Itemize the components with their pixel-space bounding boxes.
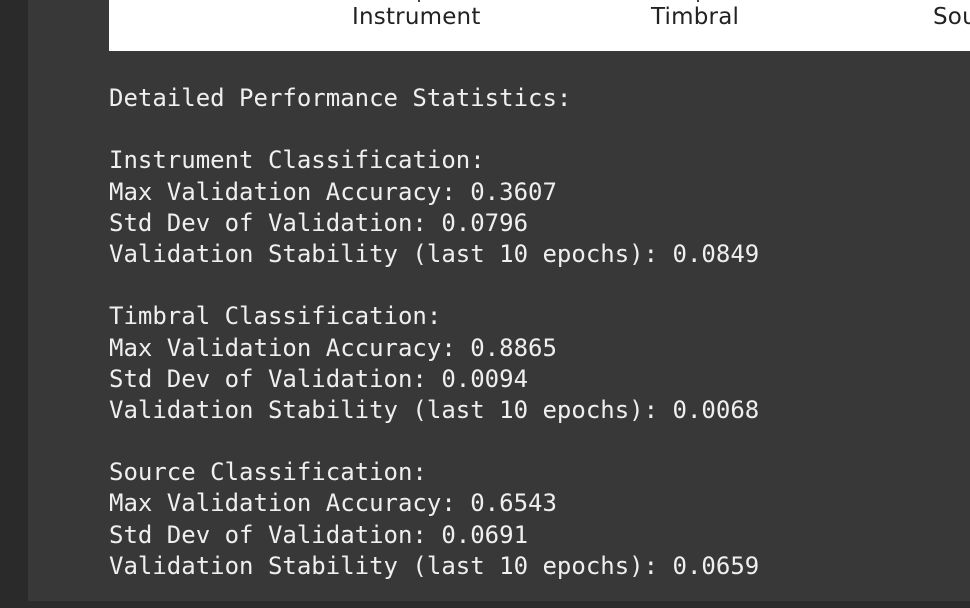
stat-line: Validation Stability (last 10 epochs): 0…	[109, 239, 760, 268]
x-tick-label-timbral: Timbral	[651, 4, 740, 30]
stat-line: Max Validation Accuracy: 0.3607	[109, 177, 557, 206]
stdout-text: Detailed Performance Statistics: Instrum…	[109, 83, 959, 582]
x-tick-mark	[418, 0, 420, 2]
stat-line: Max Validation Accuracy: 0.6543	[109, 489, 557, 518]
chart-figure-bottom: Instrument Timbral Sou	[109, 0, 970, 51]
stat-line: Std Dev of Validation: 0.0691	[109, 520, 529, 549]
stat-line: Validation Stability (last 10 epochs): 0…	[109, 551, 760, 580]
x-tick-mark	[697, 0, 699, 2]
section-title-instrument: Instrument Classification:	[109, 146, 485, 175]
stat-line: Max Validation Accuracy: 0.8865	[109, 333, 557, 362]
stat-line: Std Dev of Validation: 0.0094	[109, 364, 529, 393]
stats-heading: Detailed Performance Statistics:	[109, 84, 572, 112]
notebook-bottom-border	[0, 601, 970, 608]
section-title-timbral: Timbral Classification:	[109, 302, 442, 331]
stat-line: Validation Stability (last 10 epochs): 0…	[109, 395, 760, 424]
x-tick-label-instrument: Instrument	[352, 4, 481, 30]
x-tick-label-source: Sou	[933, 4, 970, 30]
notebook-left-gutter	[0, 0, 28, 608]
section-title-source: Source Classification:	[109, 458, 427, 487]
stat-line: Std Dev of Validation: 0.0796	[109, 208, 529, 237]
